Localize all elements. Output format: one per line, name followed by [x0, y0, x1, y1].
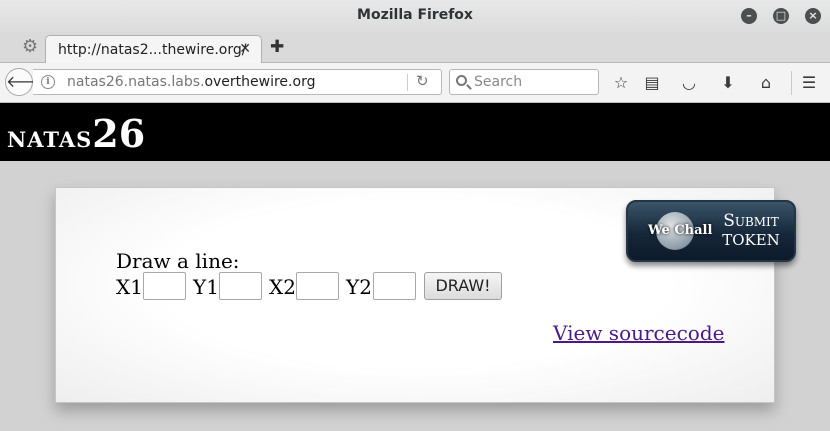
url-divider: [407, 74, 408, 91]
close-tab-icon[interactable]: ✕: [239, 41, 251, 57]
view-sourcecode-link[interactable]: View sourcecode: [553, 321, 724, 345]
draw-button[interactable]: DRAW!: [424, 272, 502, 300]
url-bar[interactable]: i natas26.natas.labs.overthewire.org ↻: [33, 69, 442, 95]
draw-line-label: Draw a line:: [116, 249, 240, 273]
page-viewport: natas26 We Chall Submit TOKEN Draw a lin…: [0, 103, 830, 431]
star-icon[interactable]: ☆: [611, 73, 631, 93]
info-icon[interactable]: i: [41, 75, 55, 89]
logo-word: natas: [7, 120, 93, 155]
url-prefix: natas26.natas.labs.: [67, 74, 205, 90]
y1-input[interactable]: [219, 272, 262, 300]
gear-icon[interactable]: ⚙: [22, 38, 38, 56]
logo-number: 26: [92, 111, 146, 156]
close-window-button[interactable]: ×: [805, 8, 821, 24]
reading-list-icon[interactable]: ▤: [642, 73, 662, 93]
back-arrow-icon[interactable]: 🡐: [5, 68, 49, 96]
search-icon: [456, 75, 467, 86]
tab-active[interactable]: http://natas2...thewire.org/ ✕: [45, 35, 262, 64]
x1-input[interactable]: [143, 272, 186, 300]
y2-input[interactable]: [373, 272, 416, 300]
window-title: Mozilla Firefox: [357, 7, 473, 23]
tab-strip: ⚙ http://natas2...thewire.org/ ✕ ✚: [0, 32, 830, 64]
url-text[interactable]: natas26.natas.labs.overthewire.org: [67, 74, 315, 90]
navigation-bar: 🡐 i natas26.natas.labs.overthewire.org ↻…: [0, 63, 830, 103]
minimize-button[interactable]: –: [741, 8, 757, 24]
maximize-button[interactable]: □: [773, 8, 789, 24]
wechall-submit-label: Submit: [723, 211, 779, 231]
x2-input[interactable]: [296, 272, 339, 300]
wechall-token-label: TOKEN: [722, 231, 780, 249]
hamburger-menu-icon[interactable]: ☰: [799, 73, 819, 93]
home-icon[interactable]: ⌂: [756, 73, 776, 93]
search-box[interactable]: [449, 69, 599, 95]
download-icon[interactable]: ⬇: [718, 73, 738, 93]
content-panel: We Chall Submit TOKEN Draw a line: X1 Y1…: [55, 187, 796, 403]
wechall-submit-token-button[interactable]: We Chall Submit TOKEN: [626, 200, 796, 262]
toolbar-divider: [791, 71, 792, 95]
y1-label: Y1: [193, 275, 219, 299]
url-domain: overthewire.org: [204, 74, 316, 90]
site-header: natas26: [0, 103, 830, 161]
search-input[interactable]: [474, 73, 594, 91]
x1-label: X1: [116, 275, 143, 299]
pocket-icon[interactable]: ◡: [679, 73, 699, 93]
tab-title: http://natas2...thewire.org/: [58, 42, 247, 58]
x2-label: X2: [269, 275, 296, 299]
y2-label: Y2: [346, 275, 372, 299]
new-tab-button[interactable]: ✚: [270, 37, 284, 57]
wechall-brand: We Chall: [648, 223, 713, 238]
reload-icon[interactable]: ↻: [416, 72, 429, 90]
window-titlebar: Mozilla Firefox – □ ×: [0, 0, 830, 32]
site-logo: natas26: [7, 111, 145, 156]
